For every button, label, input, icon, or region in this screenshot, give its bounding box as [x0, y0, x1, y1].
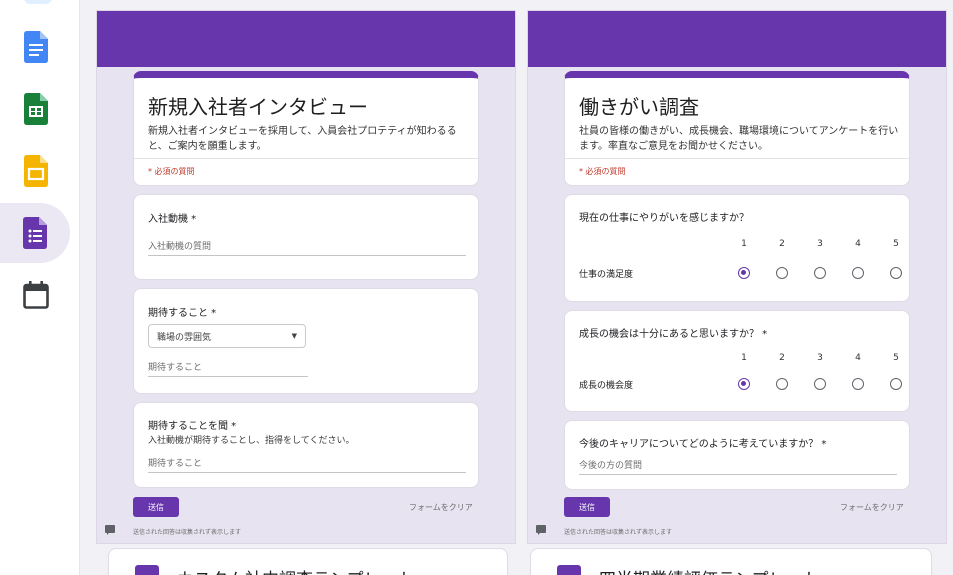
calendar-icon	[23, 281, 49, 309]
question-card-growth: 成長の機会は十分にあると思いますか？ * 1 2 3 4 5 成長の機会度	[564, 310, 910, 412]
form-description: 新規入社者インタビューを採用して、入員会社プロテティが知わるると、ご案内を願重し…	[148, 126, 457, 152]
divider	[134, 158, 478, 159]
radio-option-3[interactable]	[801, 378, 839, 390]
submit-button[interactable]: 送信	[564, 497, 610, 517]
short-answer-input[interactable]: 入社動機の質問	[148, 236, 466, 256]
footer-note: 送信された回答は収集されず表示します	[133, 529, 242, 536]
scale-row: 成長の機会度	[579, 378, 909, 392]
form-preview-engagement[interactable]: 働きがい調査 社員の皆様の働きがい、成長機会、職場環境についてアンケートを行いま…	[527, 10, 947, 544]
question-title: 現在の仕事にやりがいを感じますか？	[579, 213, 749, 224]
google-forms-icon	[135, 565, 159, 575]
scale-row-label: 仕事の満足度	[579, 270, 634, 280]
scale-number: 2	[779, 353, 785, 363]
scale-number: 2	[779, 239, 785, 249]
scale-number: 5	[893, 239, 899, 249]
report-icon	[105, 525, 115, 535]
rail-item-calendar[interactable]	[0, 265, 72, 325]
required-note: * 必須の質問	[148, 167, 195, 176]
scale-labels: 1 2 3 4 5	[725, 353, 915, 363]
footer-note: 送信された回答は収集されず表示します	[564, 529, 673, 536]
app-rail	[0, 0, 80, 575]
template-card[interactable]: 四半期業績評価テンプレート	[530, 548, 932, 575]
scale-number: 3	[817, 353, 823, 363]
question-title: 入社動機 *	[148, 214, 197, 225]
google-sheets-icon	[24, 93, 48, 125]
rail-item-slides[interactable]	[0, 141, 72, 201]
dropdown-arrow-icon: ▼	[291, 332, 297, 340]
scale-number: 5	[893, 353, 899, 363]
radio-option-2[interactable]	[763, 267, 801, 279]
template-card-title: カスタム社内調査テンプレート	[177, 565, 415, 575]
radio-option-4[interactable]	[839, 378, 877, 390]
template-card[interactable]: カスタム社内調査テンプレート	[108, 548, 508, 575]
radio-option-5[interactable]	[877, 378, 915, 390]
scale-number: 3	[817, 239, 823, 249]
radio-option-2[interactable]	[763, 378, 801, 390]
question-card-motivation: 入社動機 * 入社動機の質問	[133, 194, 479, 280]
radio-option-4[interactable]	[839, 267, 877, 279]
required-note: * 必須の質問	[579, 167, 626, 176]
question-title: 期待すること *	[148, 308, 217, 319]
radio-option-3[interactable]	[801, 267, 839, 279]
rail-item-docs[interactable]	[0, 17, 72, 77]
templates-area: 新規入社者インタビュー 新規入社者インタビューを採用して、入員会社プロテティが知…	[80, 0, 953, 575]
google-docs-icon	[24, 31, 48, 63]
scale-number: 4	[855, 353, 861, 363]
form-title: 働きがい調査	[579, 95, 699, 119]
form-preview-new-hire[interactable]: 新規入社者インタビュー 新規入社者インタビューを採用して、入員会社プロテティが知…	[96, 10, 516, 544]
form-title: 新規入社者インタビュー	[148, 95, 368, 119]
question-card-career: 今後のキャリアについてどのように考えていますか？ * 今後の方の質問	[564, 420, 910, 490]
form-header-card: 働きがい調査 社員の皆様の働きがい、成長機会、職場環境についてアンケートを行いま…	[564, 71, 910, 186]
form-header-banner	[528, 11, 946, 67]
google-slides-icon	[24, 155, 48, 187]
question-title: 成長の機会は十分にあると思いますか？ *	[579, 329, 768, 340]
radio-option-1[interactable]	[725, 267, 763, 279]
scale-row-label: 成長の機会度	[579, 381, 634, 391]
question-description: 入社動機が期待することし、指得をしてください。	[148, 436, 355, 446]
short-answer-input[interactable]: 今後の方の質問	[579, 455, 897, 475]
form-header-card: 新規入社者インタビュー 新規入社者インタビューを採用して、入員会社プロテティが知…	[133, 71, 479, 186]
rail-top-item[interactable]	[24, 0, 52, 4]
report-icon	[536, 525, 546, 535]
radio-option-5[interactable]	[877, 267, 915, 279]
divider	[565, 158, 909, 159]
form-header-banner	[97, 11, 515, 67]
radio-option-1[interactable]	[725, 378, 763, 390]
question-card-expectation-detail: 期待することを聞 * 入社動機が期待することし、指得をしてください。 期待するこ…	[133, 402, 479, 488]
google-forms-icon	[557, 565, 581, 575]
scale-number: 4	[855, 239, 861, 249]
question-card-expectations: 期待すること * 職場の雰囲気 ▼ 期待すること	[133, 288, 479, 394]
question-card-job-satisfaction: 現在の仕事にやりがいを感じますか？ 1 2 3 4 5 仕事の満足度	[564, 194, 910, 302]
clear-form-link[interactable]: フォームをクリア	[840, 502, 904, 513]
rail-item-forms[interactable]	[0, 203, 70, 263]
submit-button[interactable]: 送信	[133, 497, 179, 517]
rail-item-sheets[interactable]	[0, 79, 72, 139]
radio-group	[725, 378, 915, 390]
dropdown-value: 職場の雰囲気	[157, 332, 212, 343]
scale-row: 仕事の満足度	[579, 267, 909, 281]
dropdown-select[interactable]: 職場の雰囲気 ▼	[148, 324, 306, 348]
radio-group	[725, 267, 915, 279]
form-description: 社員の皆様の働きがい、成長機会、職場環境についてアンケートを行います。率直なご意…	[579, 126, 899, 152]
scale-number: 1	[741, 239, 747, 249]
template-card-title: 四半期業績評価テンプレート	[599, 565, 820, 575]
short-answer-input[interactable]: 期待すること	[148, 357, 308, 377]
scale-number: 1	[741, 353, 747, 363]
question-title: 期待することを聞 *	[148, 421, 237, 432]
google-forms-icon	[23, 217, 47, 249]
scale-labels: 1 2 3 4 5	[725, 239, 915, 249]
question-title: 今後のキャリアについてどのように考えていますか？ *	[579, 439, 827, 450]
short-answer-input[interactable]: 期待すること	[148, 453, 466, 473]
clear-form-link[interactable]: フォームをクリア	[409, 502, 473, 513]
